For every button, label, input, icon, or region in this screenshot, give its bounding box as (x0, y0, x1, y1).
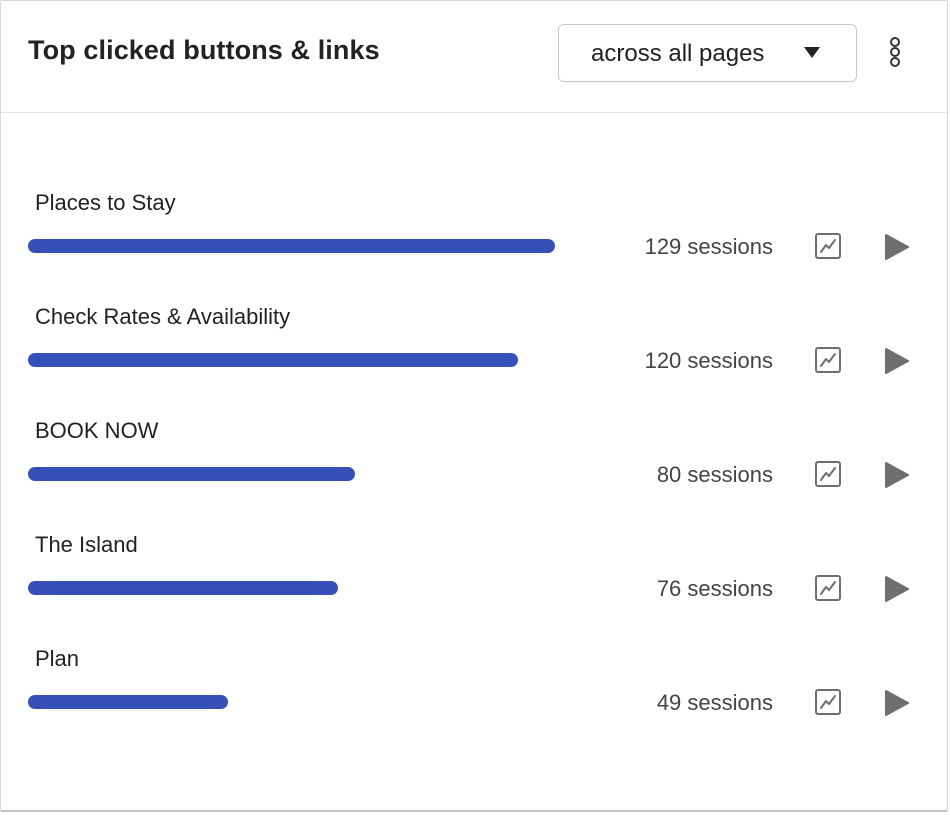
scope-select-value: across all pages (591, 40, 765, 67)
list-item: Plan 49 sessions (1, 570, 947, 716)
session-count: 49 sessions (656, 690, 773, 715)
card-header: Top clicked buttons & links across all p… (1, 1, 947, 113)
list-item: The Island 76 sessions (1, 456, 947, 602)
session-bar (28, 695, 228, 709)
item-label[interactable]: Places to Stay (35, 190, 176, 216)
item-label[interactable]: BOOK NOW (35, 418, 158, 444)
card-title: Top clicked buttons & links (28, 35, 380, 65)
kebab-menu-icon[interactable] (882, 37, 906, 71)
item-label[interactable]: Plan (35, 646, 79, 672)
item-label[interactable]: The Island (35, 532, 138, 558)
session-bar-track (28, 695, 555, 709)
play-icon[interactable] (885, 690, 909, 716)
list-item: BOOK NOW 80 sessions (1, 342, 947, 488)
top-clicked-card: Top clicked buttons & links across all p… (0, 0, 948, 812)
scope-select[interactable]: across all pages (558, 24, 857, 82)
trend-chart-icon[interactable] (815, 689, 841, 715)
list-item: Check Rates & Availability 120 sessions (1, 228, 947, 374)
list-item: Places to Stay 129 sessions (1, 114, 947, 260)
item-label[interactable]: Check Rates & Availability (35, 304, 290, 330)
caret-down-icon (804, 47, 820, 58)
